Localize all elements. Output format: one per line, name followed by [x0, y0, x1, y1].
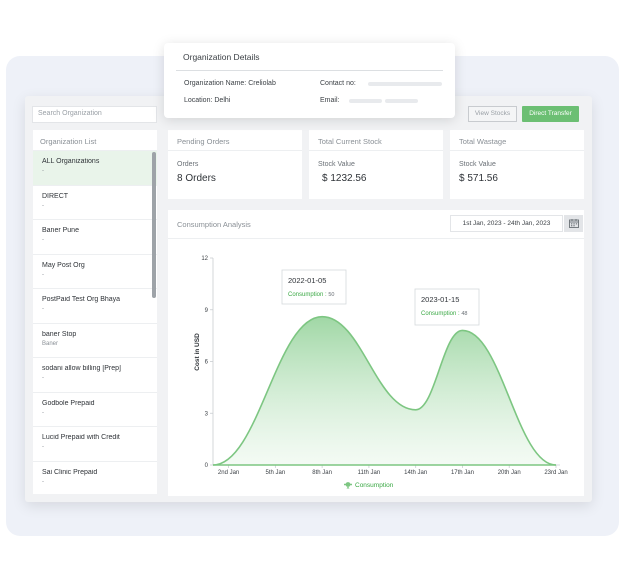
total-stock-value: $ 1232.56: [322, 173, 367, 184]
email-redacted-1: [349, 99, 382, 103]
org-name: DIRECT: [42, 192, 69, 200]
organization-details-popup: Organization Details Organization Name: …: [164, 43, 455, 118]
total-stock-label: Stock Value: [318, 161, 355, 168]
total-wastage-title: Total Wastage: [450, 130, 584, 151]
org-name: Sai Clinic Prepaid: [42, 468, 98, 476]
org-name-value: Creliolab: [248, 80, 276, 87]
pending-orders-title: Pending Orders: [168, 130, 302, 151]
org-list-scrollbar[interactable]: [152, 152, 156, 298]
org-list-item[interactable]: May Post Org -: [33, 255, 157, 289]
org-name: ALL Organizations: [42, 158, 100, 165]
location-field: Location: Delhi: [184, 97, 230, 104]
org-list-item[interactable]: PostPaid Test Org Bhaya -: [33, 289, 157, 324]
location-label: Location:: [184, 97, 213, 104]
pending-orders-label: Orders: [177, 161, 199, 168]
org-subtitle: -: [42, 237, 44, 243]
org-list-item[interactable]: Sai Clinic Prepaid -: [33, 462, 157, 495]
org-list-item[interactable]: baner Stop Baner: [33, 324, 157, 358]
email-label: Email:: [320, 97, 340, 104]
org-list-item[interactable]: DIRECT -: [33, 186, 157, 220]
consumption-analysis-panel: Consumption Analysis 1st Jan, 2023 - 24t…: [168, 210, 584, 496]
calendar-button[interactable]: [564, 215, 583, 232]
consumption-analysis-title: Consumption Analysis: [177, 220, 251, 229]
org-list-item[interactable]: sodani allow billing [Prep] -: [33, 358, 157, 393]
organization-list-title: Organization List: [33, 130, 157, 151]
organization-list: Organization List ALL Organizations - DIRE…: [33, 130, 157, 494]
org-subtitle: -: [42, 168, 44, 174]
total-wastage-card: Total Wastage Stock Value $ 571.56: [450, 130, 584, 199]
org-name: PostPaid Test Org Bhaya: [42, 296, 121, 303]
org-subtitle: -: [42, 271, 44, 278]
total-stock-title: Total Current Stock: [309, 130, 443, 151]
org-subtitle: -: [42, 202, 44, 209]
org-list-item[interactable]: Baner Pune -: [33, 220, 157, 255]
org-subtitle: -: [42, 375, 44, 381]
search-input[interactable]: Search Organization: [32, 106, 157, 123]
org-subtitle: Baner: [42, 340, 59, 347]
org-name: Godbole Prepaid: [42, 399, 95, 407]
total-wastage-value: $ 571.56: [459, 173, 498, 184]
direct-transfer-button[interactable]: Direct Transfer: [522, 106, 579, 122]
org-subtitle: -: [42, 478, 44, 485]
total-stock-card: Total Current Stock Stock Value $ 1232.5…: [309, 130, 443, 199]
org-list-item[interactable]: Godbole Prepaid -: [33, 393, 157, 427]
org-name: Baner Pune: [42, 227, 79, 234]
org-name: Lucid Prepaid with Credit: [42, 434, 120, 441]
org-subtitle: -: [42, 306, 44, 312]
pending-orders-value: 8 Orders: [177, 173, 216, 184]
contact-redacted: [368, 82, 442, 86]
organization-details-title: Organization Details: [183, 52, 260, 62]
pending-orders-card: Pending Orders Orders 8 Orders: [168, 130, 302, 199]
email-redacted-2: [385, 99, 418, 103]
date-range-picker[interactable]: 1st Jan, 2023 - 24th Jan, 2023: [450, 215, 563, 232]
contact-label: Contact no:: [320, 80, 356, 87]
org-name-field: Organization Name: Creliolab: [184, 80, 276, 87]
org-list-item[interactable]: Lucid Prepaid with Credit -: [33, 427, 157, 462]
org-name: baner Stop: [42, 330, 77, 338]
calendar-icon: [568, 219, 579, 228]
total-wastage-label: Stock Value: [459, 161, 496, 168]
org-list-item[interactable]: ALL Organizations -: [33, 151, 157, 186]
org-name-label: Organization Name:: [184, 80, 247, 87]
chart-divider: [168, 238, 584, 239]
org-subtitle: -: [42, 409, 44, 416]
location-value: Delhi: [214, 97, 231, 104]
popup-divider: [176, 70, 443, 71]
org-subtitle: -: [42, 444, 44, 450]
org-name: sodani allow billing [Prep]: [42, 365, 121, 372]
view-stocks-button[interactable]: View Stocks: [468, 106, 517, 122]
org-name: May Post Org: [42, 261, 85, 269]
